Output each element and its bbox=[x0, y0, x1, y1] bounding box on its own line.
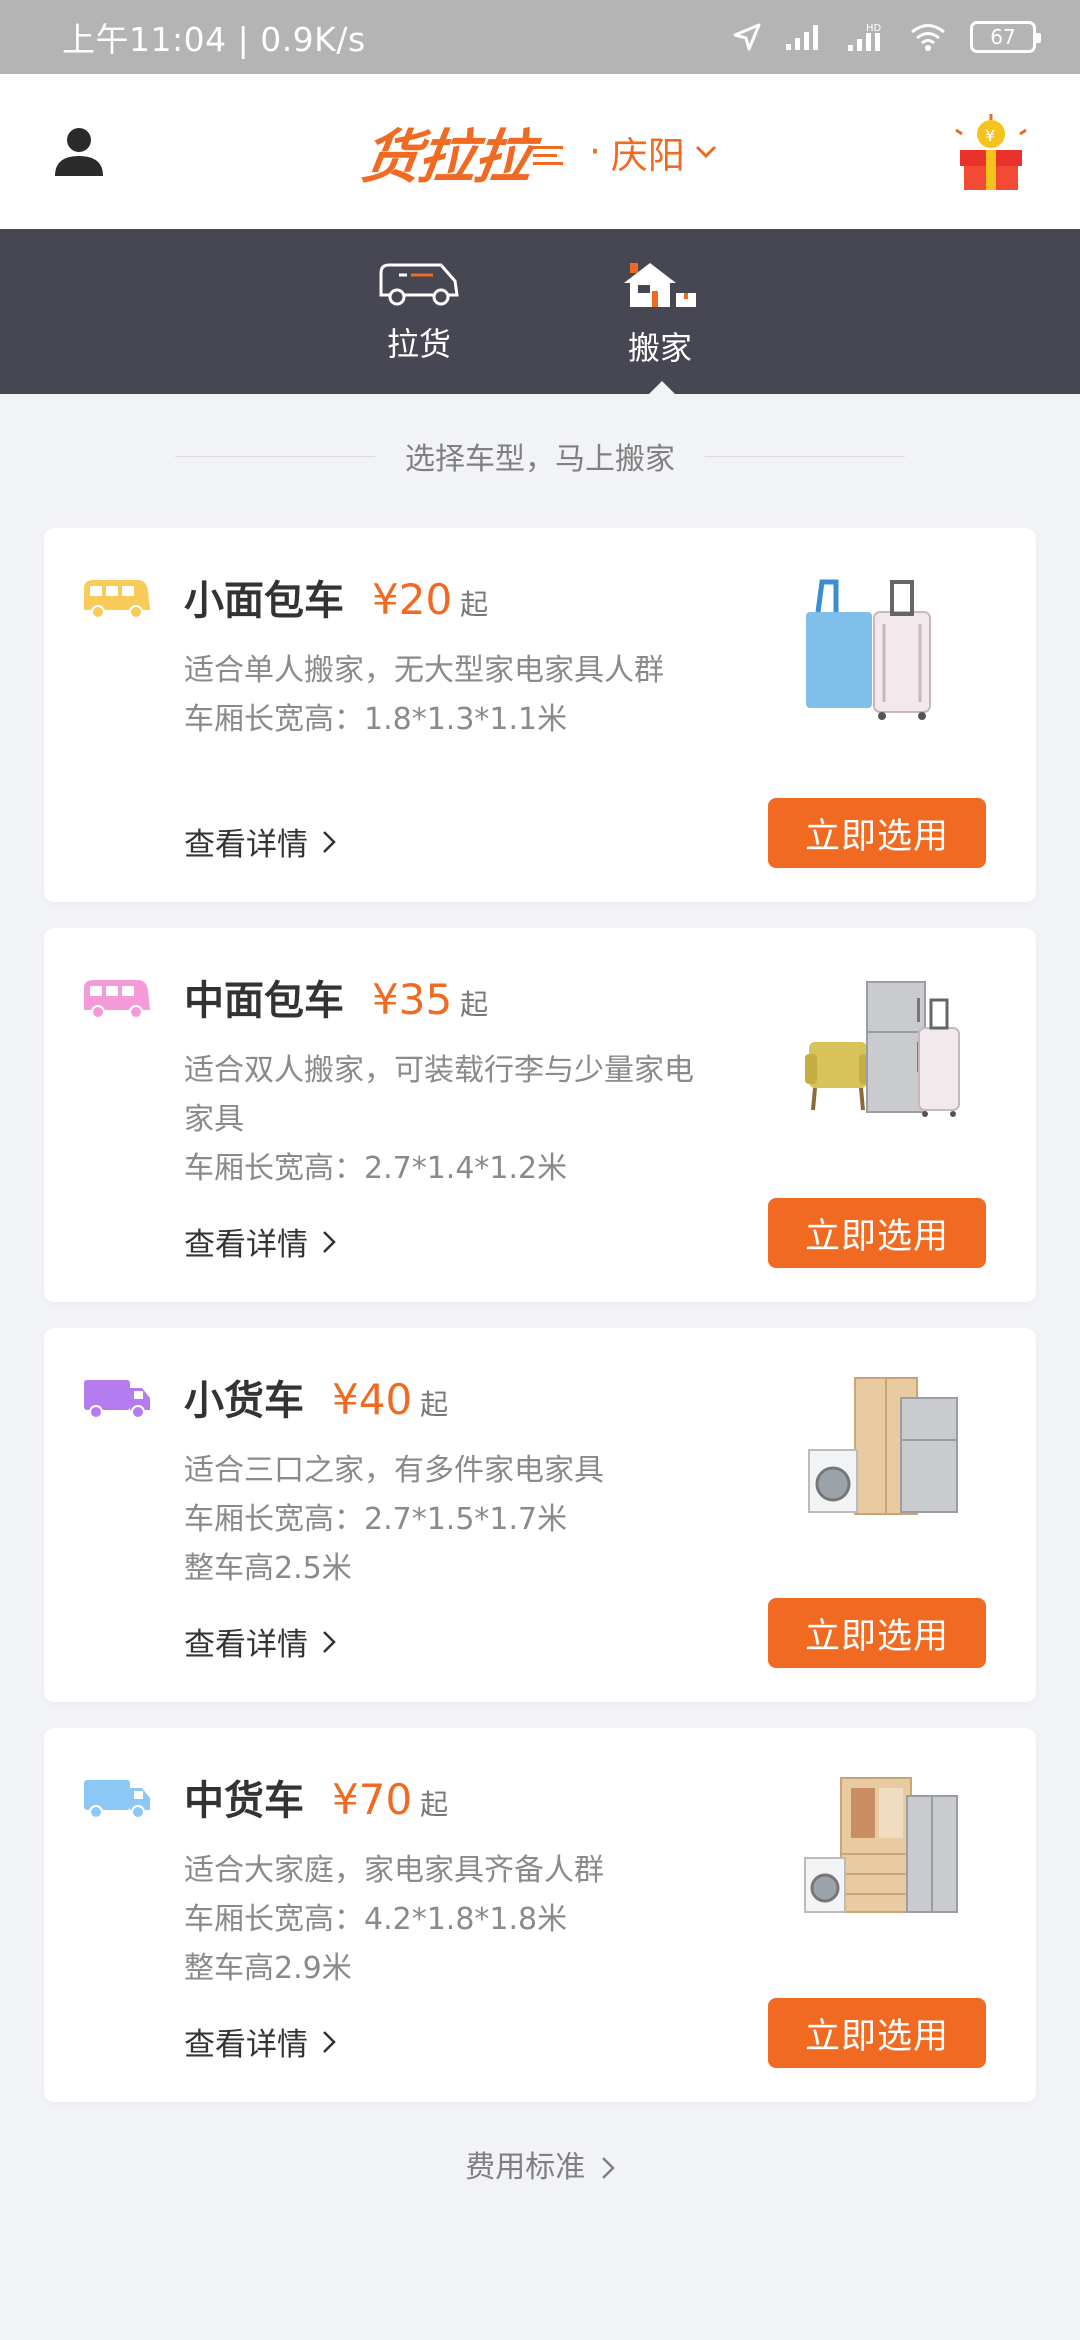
luggage-illustration bbox=[806, 579, 931, 720]
user-icon[interactable] bbox=[54, 126, 104, 178]
city-dot: · bbox=[589, 130, 601, 173]
svg-text:HD: HD bbox=[866, 23, 882, 34]
minivan-icon bbox=[84, 980, 150, 1019]
view-details-label: 查看详情 bbox=[184, 2027, 308, 2063]
vehicle-name: 中面包车 bbox=[184, 978, 344, 1024]
vehicle-price: ¥40 bbox=[332, 1375, 413, 1424]
vehicle-name: 小面包车 bbox=[184, 578, 344, 624]
house-icon bbox=[624, 263, 696, 307]
tab-freight-label: 拉货 bbox=[386, 325, 451, 363]
chevron-right-icon bbox=[323, 1230, 336, 1253]
select-now-button[interactable]: 立即选用 bbox=[768, 1998, 986, 2068]
tab-moving-label: 搬家 bbox=[627, 329, 692, 367]
vehicle-card-small-truck[interactable]: 小货车 ¥40 起 适合三口之家，有多件家电家具 车厢长宽高：2.7*1.5*1… bbox=[44, 1328, 1036, 1702]
view-details-link[interactable]: 查看详情 bbox=[184, 2019, 336, 2064]
status-icons: HD 67 bbox=[732, 21, 1041, 53]
service-tabbar: 拉货 搬家 bbox=[0, 229, 1080, 395]
location-icon bbox=[733, 23, 761, 51]
vehicle-description: 适合双人搬家，可装载行李与少量家电家具 车厢长宽高：2.7*1.4*1.2米 bbox=[184, 1046, 704, 1193]
app-header: 货拉拉 · 庆阳 ¥ bbox=[0, 74, 1080, 229]
price-suffix: 起 bbox=[420, 1788, 449, 1821]
vehicle-description: 适合单人搬家，无大型家电家具人群 车厢长宽高：1.8*1.3*1.1米 bbox=[184, 646, 704, 744]
battery-level: 67 bbox=[990, 25, 1016, 49]
chevron-down-icon bbox=[695, 145, 716, 158]
wardrobe-washer-illustration bbox=[808, 1377, 958, 1515]
divider bbox=[175, 455, 375, 457]
signal-hd-icon: HD bbox=[848, 23, 882, 51]
view-details-link[interactable]: 查看详情 bbox=[184, 1619, 336, 1664]
desc-line: 适合双人搬家，可装载行李与少量家电家具 bbox=[184, 1053, 694, 1137]
view-details-link[interactable]: 查看详情 bbox=[184, 1219, 336, 1264]
price-suffix: 起 bbox=[460, 588, 489, 621]
tab-moving[interactable]: 搬家 bbox=[590, 259, 730, 369]
vehicle-description: 适合三口之家，有多件家电家具 车厢长宽高：2.7*1.5*1.7米 整车高2.5… bbox=[184, 1446, 704, 1593]
vehicle-price: ¥20 bbox=[372, 575, 453, 624]
chevron-right-icon bbox=[323, 1630, 336, 1653]
brand: 货拉拉 · 庆阳 bbox=[358, 110, 717, 194]
vehicle-price: ¥35 bbox=[372, 975, 453, 1024]
truck-icon bbox=[84, 1380, 150, 1419]
wifi-icon bbox=[911, 24, 945, 51]
view-details-label: 查看详情 bbox=[184, 1227, 308, 1263]
chevron-right-icon bbox=[323, 2030, 336, 2053]
select-now-button[interactable]: 立即选用 bbox=[768, 1598, 986, 1668]
battery-icon: 67 bbox=[970, 21, 1041, 53]
vehicle-card-medium-truck[interactable]: 中货车 ¥70 起 适合大家庭，家电家具齐备人群 车厢长宽高：4.2*1.8*1… bbox=[44, 1728, 1036, 2102]
card-title: 中面包车 ¥35 起 bbox=[184, 968, 488, 1026]
desc-line: 车厢长宽高：4.2*1.8*1.8米 bbox=[184, 1902, 568, 1937]
svg-text:¥: ¥ bbox=[985, 126, 995, 145]
desc-line: 适合三口之家，有多件家电家具 bbox=[184, 1453, 604, 1488]
chevron-right-icon bbox=[323, 830, 336, 853]
card-title: 小货车 ¥40 起 bbox=[184, 1368, 448, 1426]
cabinet-fridge-illustration bbox=[804, 1777, 958, 1913]
active-tab-pointer bbox=[648, 381, 676, 395]
select-now-button[interactable]: 立即选用 bbox=[768, 798, 986, 868]
vehicle-card-small-van[interactable]: 小面包车 ¥20 起 适合单人搬家，无大型家电家具人群 车厢长宽高：1.8*1.… bbox=[44, 528, 1036, 902]
city-name: 庆阳 bbox=[610, 133, 685, 177]
desc-line: 适合单人搬家，无大型家电家具人群 bbox=[184, 653, 664, 688]
divider bbox=[705, 455, 905, 457]
section-title: 选择车型，马上搬家 bbox=[0, 434, 1080, 478]
vehicle-name: 中货车 bbox=[184, 1778, 304, 1824]
section-title-text: 选择车型，马上搬家 bbox=[405, 442, 675, 477]
truck-icon bbox=[84, 1780, 150, 1819]
chair-fridge-illustration bbox=[805, 981, 960, 1117]
minivan-icon bbox=[84, 580, 150, 619]
desc-line: 车厢长宽高：2.7*1.4*1.2米 bbox=[184, 1151, 568, 1186]
chevron-right-icon bbox=[601, 2157, 615, 2179]
select-now-button[interactable]: 立即选用 bbox=[768, 1198, 986, 1268]
card-title: 小面包车 ¥20 起 bbox=[184, 568, 488, 626]
logo-speed-lines bbox=[533, 146, 564, 165]
view-details-link[interactable]: 查看详情 bbox=[184, 819, 336, 864]
fee-standard-label: 费用标准 bbox=[465, 2150, 586, 2185]
desc-line: 适合大家庭，家电家具齐备人群 bbox=[184, 1853, 604, 1888]
desc-line: 整车高2.9米 bbox=[184, 1951, 352, 1986]
view-details-label: 查看详情 bbox=[184, 1627, 308, 1663]
status-time: 上午11:04 | 0.9K/s bbox=[62, 20, 366, 59]
desc-line: 整车高2.5米 bbox=[184, 1551, 352, 1586]
vehicle-description: 适合大家庭，家电家具齐备人群 车厢长宽高：4.2*1.8*1.8米 整车高2.9… bbox=[184, 1846, 704, 1993]
signal-icon bbox=[786, 25, 818, 50]
desc-line: 车厢长宽高：2.7*1.5*1.7米 bbox=[184, 1502, 568, 1537]
price-suffix: 起 bbox=[420, 1388, 449, 1421]
vehicle-name: 小货车 bbox=[184, 1378, 304, 1424]
gift-icon[interactable]: ¥ bbox=[946, 112, 1036, 192]
app-logo: 货拉拉 bbox=[357, 122, 536, 191]
desc-line: 车厢长宽高：1.8*1.3*1.1米 bbox=[184, 702, 568, 737]
vehicle-price: ¥70 bbox=[332, 1775, 413, 1824]
price-suffix: 起 bbox=[460, 988, 489, 1021]
tab-freight[interactable]: 拉货 bbox=[349, 259, 489, 365]
status-bar: 上午11:04 | 0.9K/s HD 67 bbox=[0, 0, 1080, 74]
view-details-label: 查看详情 bbox=[184, 827, 308, 863]
vehicle-card-medium-van[interactable]: 中面包车 ¥35 起 适合双人搬家，可装载行李与少量家电家具 车厢长宽高：2.7… bbox=[44, 928, 1036, 1302]
city-selector[interactable]: · 庆阳 bbox=[589, 125, 717, 179]
van-icon bbox=[379, 263, 459, 306]
card-title: 中货车 ¥70 起 bbox=[184, 1768, 448, 1826]
fee-standard-link[interactable]: 费用标准 bbox=[0, 2142, 1080, 2186]
